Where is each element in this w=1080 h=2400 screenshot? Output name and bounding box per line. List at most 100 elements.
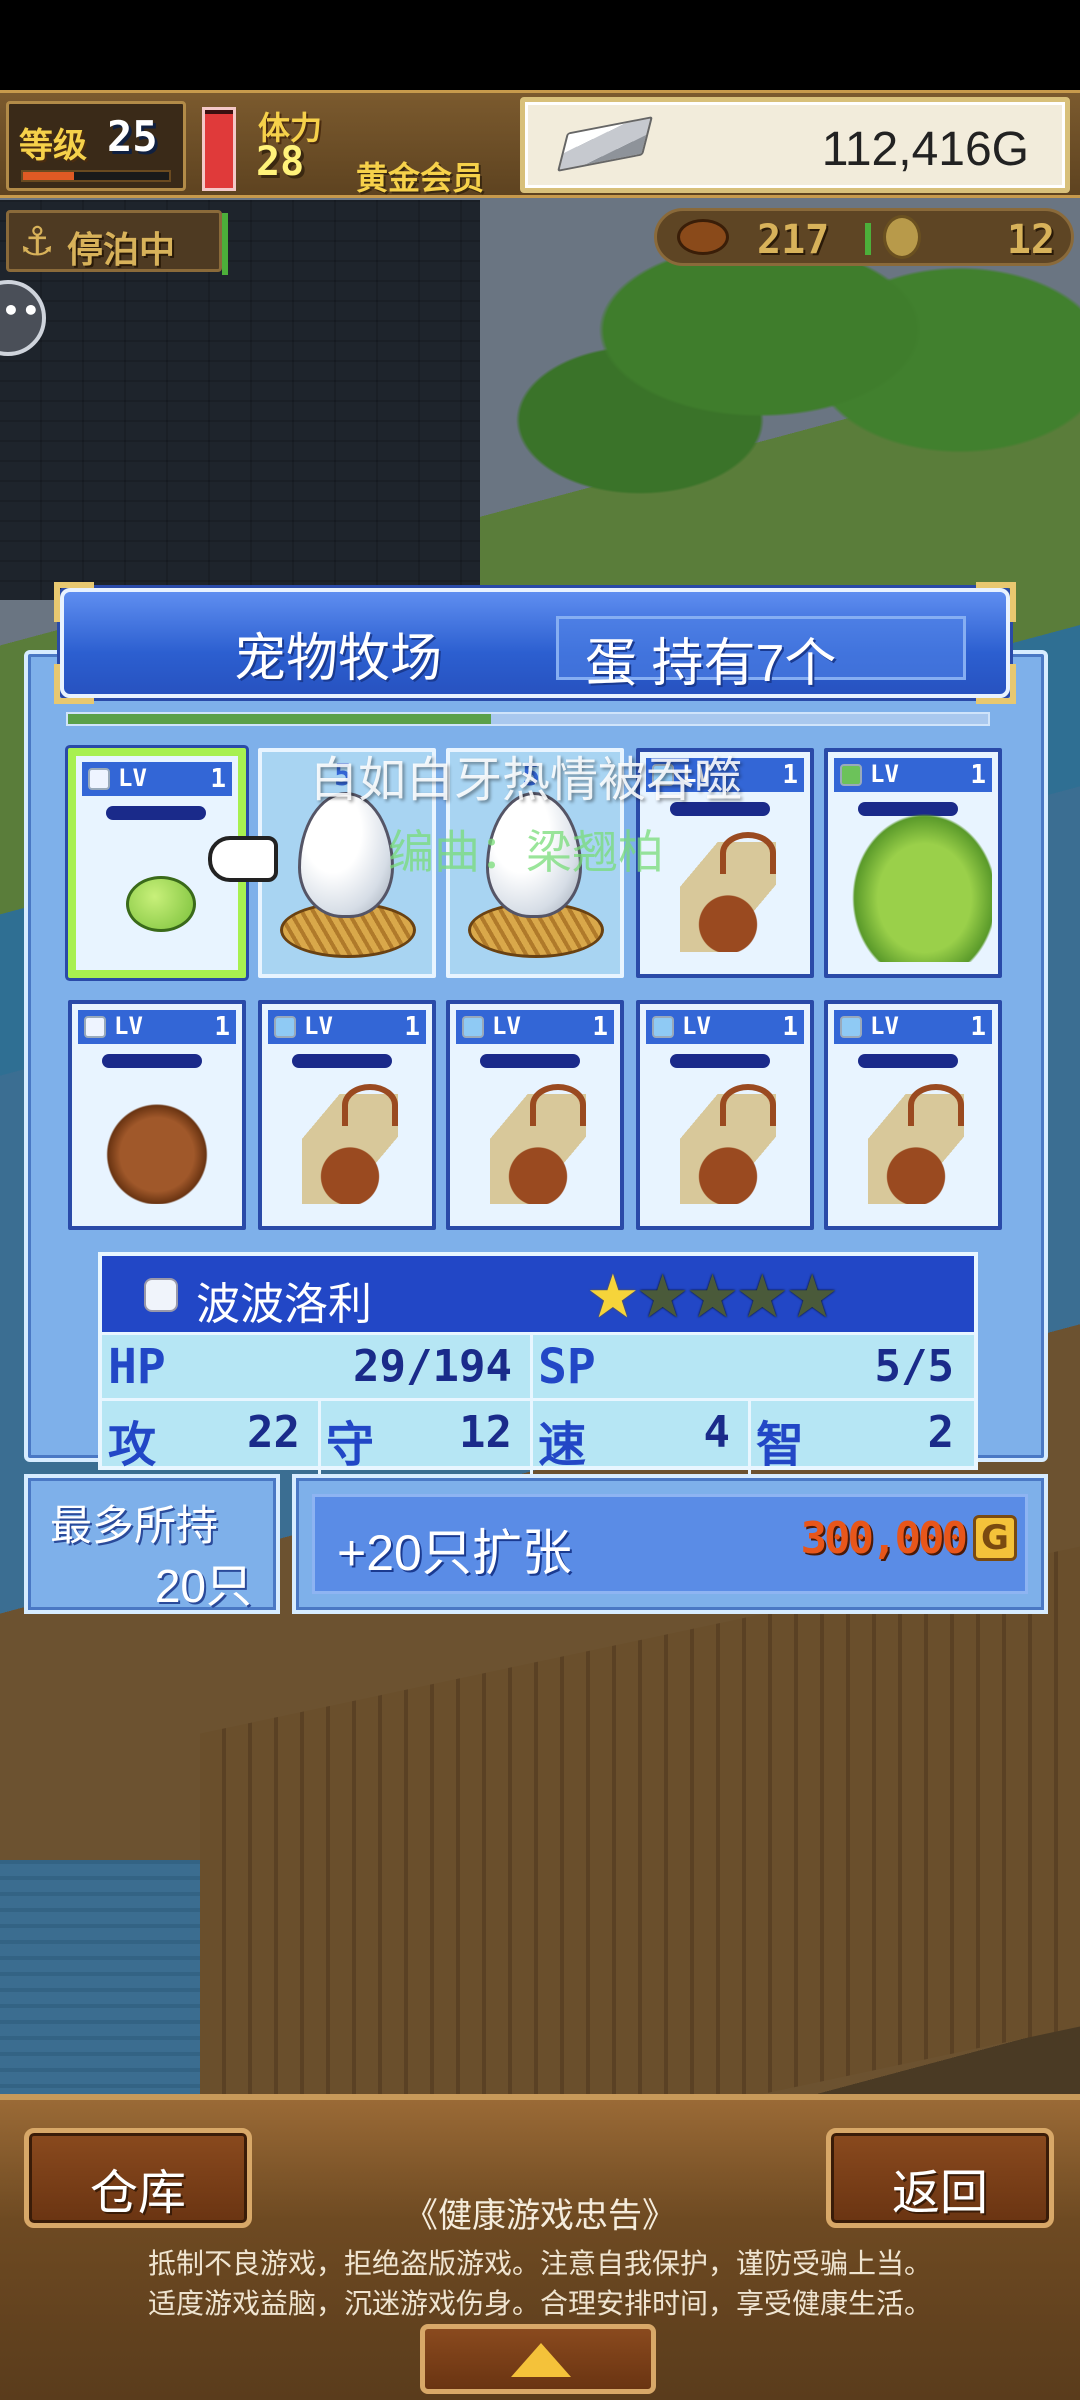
- defense-value: 12: [459, 1407, 512, 1458]
- exp-bar: [21, 170, 171, 182]
- intelligence-value: 2: [927, 1407, 955, 1458]
- gold-currency-icon: G: [973, 1515, 1017, 1561]
- slot-level: 1: [210, 764, 226, 794]
- egg-icon: [298, 792, 394, 918]
- capacity-box: 最多所持 20只: [24, 1474, 280, 1614]
- stamina-gauge: [202, 107, 236, 191]
- pet-slot[interactable]: LV 1: [258, 1000, 436, 1230]
- page-progress-fill: [68, 714, 492, 724]
- frog-monster-icon: [842, 802, 992, 962]
- hp-label: HP: [108, 1339, 166, 1395]
- slot-lv-label: LV: [118, 764, 147, 792]
- hermit-monster-icon: [490, 1084, 586, 1204]
- panel-header: 宠物牧场 蛋 持有7个: [54, 582, 1016, 704]
- hermit-monster-icon: [868, 1084, 964, 1204]
- stamina-box: 体力 28 黄金会员: [196, 101, 526, 197]
- stamina-gauge-fill: [205, 113, 233, 188]
- pet-slot[interactable]: LV 1: [824, 748, 1002, 978]
- capacity-value: 20只: [154, 1560, 252, 1612]
- slot-level-bar: LV 1: [834, 758, 992, 792]
- star-icon: ★: [785, 1262, 839, 1332]
- capacity-label: 最多所持: [50, 1502, 219, 1549]
- speed-label: 速: [538, 1417, 587, 1473]
- stat-divider: [748, 1398, 751, 1474]
- beast-monster-icon: [102, 1094, 212, 1204]
- stamina-value: 28: [256, 139, 305, 185]
- element-gem-icon: [652, 1016, 674, 1038]
- top-status-bar: 等级 25 体力 28 黄金会员 112,416G: [0, 90, 1080, 198]
- food-count: 217: [757, 217, 830, 263]
- anchored-status-badge[interactable]: ⚓ 停泊中: [6, 210, 228, 275]
- pet-slot[interactable]: LV 1: [446, 1000, 624, 1230]
- element-gem-icon: [462, 1016, 484, 1038]
- pet-name: 波波洛利: [196, 1280, 372, 1329]
- hp-value: 29/194: [353, 1341, 512, 1392]
- slot-level-bar: LV 1: [456, 1010, 614, 1044]
- anchor-icon: ⚓: [19, 219, 55, 265]
- pointing-hand-icon: [208, 836, 278, 882]
- page-progress-track: [66, 712, 990, 726]
- speed-value: 4: [703, 1407, 731, 1458]
- pet-slot[interactable]: LV 1: [68, 1000, 246, 1230]
- silver-bar-icon: [557, 116, 653, 172]
- corner-ornament: [54, 582, 94, 622]
- lyric-overlay-line2: 编曲：梁翘柏: [388, 826, 664, 878]
- slot-hp-bar: [670, 1054, 770, 1068]
- expand-button-inner: +20只扩张 300,000 G: [312, 1494, 1028, 1594]
- sp-label: SP: [538, 1339, 596, 1395]
- slot-lv-label: LV: [492, 1012, 521, 1040]
- sp-cell: SP 5/5: [532, 1332, 974, 1398]
- slot-level-bar: LV 1: [646, 1010, 804, 1044]
- element-gem-icon: [88, 768, 110, 790]
- slot-level-bar: LV 1: [834, 1010, 992, 1044]
- pet-slot[interactable]: LV 1: [636, 1000, 814, 1230]
- health-notice-title: 《健康游戏忠告》: [404, 2197, 676, 2235]
- gold-display[interactable]: 112,416G: [520, 97, 1070, 193]
- slot-level-bar: LV 1: [82, 762, 232, 796]
- slot-level: 1: [404, 1012, 420, 1042]
- defense-cell: 守 12: [320, 1398, 532, 1473]
- intelligence-label: 智: [756, 1417, 805, 1473]
- slot-hp-bar: [106, 806, 206, 820]
- corner-ornament: [54, 664, 94, 704]
- bottom-bar: 仓库 返回 《健康游戏忠告》 抵制不良游戏，拒绝盗版游戏。注意自我保护，谨防受骗…: [0, 2094, 1080, 2400]
- attack-cell: 攻 22: [102, 1398, 320, 1473]
- slot-hp-bar: [292, 1054, 392, 1068]
- slot-level-bar: LV 1: [268, 1010, 426, 1044]
- slot-level: 1: [970, 760, 986, 790]
- attack-value: 22: [247, 1407, 300, 1458]
- pet-name-bar: 波波洛利 ★★★★★: [102, 1256, 974, 1332]
- panel-title: 宠物牧场: [234, 630, 443, 688]
- health-notice-line2: 适度游戏益脑，沉迷游戏伤身。合理安排时间，享受健康生活。: [147, 2288, 932, 2319]
- star-icon: ★: [685, 1262, 740, 1332]
- slot-hp-bar: [102, 1054, 202, 1068]
- hermit-monster-icon: [680, 1084, 776, 1204]
- corner-ornament: [976, 582, 1016, 622]
- element-gem-icon: [274, 1016, 296, 1038]
- speed-cell: 速 4: [532, 1398, 750, 1473]
- slot-level: 1: [970, 1012, 986, 1042]
- membership-label: 黄金会员: [356, 159, 485, 197]
- expand-price: 300,000: [800, 1513, 968, 1564]
- expand-menu-button[interactable]: [420, 2324, 656, 2394]
- slot-hp-bar: [480, 1054, 580, 1068]
- resource-display: 217 12: [654, 208, 1074, 266]
- medal-coin-icon: [883, 215, 921, 259]
- slot-lv-label: LV: [304, 1012, 333, 1040]
- coin-count: 12: [1006, 217, 1055, 263]
- star-icon: ★: [635, 1262, 690, 1332]
- hermit-monster-icon: [680, 832, 776, 952]
- anchored-label: 停泊中: [67, 230, 176, 271]
- pet-slot[interactable]: LV 1: [824, 1000, 1002, 1230]
- pet-stats-box: 波波洛利 ★★★★★ HP 29/194 SP 5/5 攻 22 守 12 速 …: [98, 1252, 978, 1474]
- health-notice-line1: 抵制不良游戏，拒绝盗版游戏。注意自我保护，谨防受骗上当。: [147, 2248, 932, 2279]
- star-icon: ★: [735, 1262, 790, 1332]
- element-gem-icon: [840, 1016, 862, 1038]
- level-value: 25: [107, 112, 158, 161]
- food-icon: [677, 219, 729, 255]
- attack-label: 攻: [108, 1417, 157, 1473]
- element-gem-icon: [144, 1278, 178, 1312]
- slot-level-bar: LV 1: [78, 1010, 236, 1044]
- expand-capacity-button[interactable]: +20只扩张 300,000 G: [292, 1474, 1048, 1614]
- rarity-stars: ★★★★★: [586, 1262, 839, 1332]
